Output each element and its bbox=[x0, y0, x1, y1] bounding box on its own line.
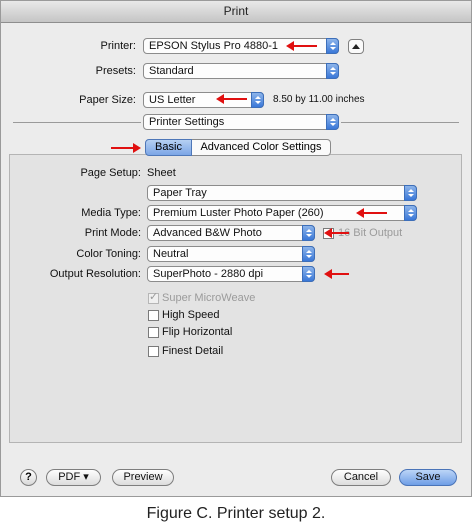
pdf-menu-button[interactable]: PDF ▾ bbox=[46, 469, 101, 486]
presets-select[interactable]: Standard bbox=[143, 63, 339, 79]
popup-stepper-icon bbox=[251, 92, 264, 108]
annotation-arrow-icon bbox=[216, 94, 247, 104]
help-button[interactable]: ? bbox=[20, 469, 37, 486]
popup-stepper-icon bbox=[326, 114, 339, 130]
flip-horizontal-checkbox[interactable] bbox=[148, 327, 159, 338]
presets-value: Standard bbox=[149, 65, 194, 77]
paper-size-label: Paper Size: bbox=[79, 94, 136, 106]
separator bbox=[13, 122, 141, 123]
high-speed-label: High Speed bbox=[162, 309, 220, 321]
tab-advanced-color-settings[interactable]: Advanced Color Settings bbox=[192, 139, 331, 156]
paper-source-value: Paper Tray bbox=[153, 187, 207, 199]
print-mode-label: Print Mode: bbox=[84, 227, 141, 239]
title-bar: Print bbox=[1, 1, 471, 23]
color-toning-select[interactable]: Neutral bbox=[147, 246, 315, 262]
paper-source-select[interactable]: Paper Tray bbox=[147, 185, 417, 201]
settings-section-select[interactable]: Printer Settings bbox=[143, 114, 339, 130]
collapse-triangle-button[interactable] bbox=[348, 39, 364, 54]
paper-size-select[interactable]: US Letter bbox=[143, 92, 264, 108]
separator bbox=[341, 122, 459, 123]
window-title: Print bbox=[223, 4, 249, 18]
popup-stepper-icon bbox=[326, 63, 339, 79]
popup-stepper-icon bbox=[302, 225, 315, 241]
popup-stepper-icon bbox=[404, 185, 417, 201]
annotation-arrow-icon bbox=[286, 41, 317, 51]
figure-caption: Figure C. Printer setup 2. bbox=[146, 505, 326, 522]
page-setup-label: Page Setup: bbox=[80, 167, 141, 179]
output-resolution-label: Output Resolution: bbox=[49, 268, 141, 280]
printer-value: EPSON Stylus Pro 4880-1 bbox=[149, 40, 279, 52]
annotation-arrow-icon bbox=[324, 269, 349, 279]
annotation-arrow-icon bbox=[111, 143, 141, 153]
print-mode-value: Advanced B&W Photo bbox=[153, 227, 262, 239]
color-toning-label: Color Toning: bbox=[76, 248, 141, 260]
popup-stepper-icon bbox=[302, 266, 315, 282]
page-setup-value: Sheet bbox=[147, 167, 176, 179]
super-microweave-label: Super MicroWeave bbox=[162, 292, 256, 304]
super-microweave-checkbox[interactable] bbox=[148, 290, 159, 304]
presets-label: Presets: bbox=[95, 65, 136, 77]
preview-button[interactable]: Preview bbox=[112, 469, 174, 486]
output-resolution-select[interactable]: SuperPhoto - 2880 dpi bbox=[147, 266, 315, 282]
printer-label: Printer: bbox=[100, 40, 136, 52]
annotation-arrow-icon bbox=[324, 228, 349, 238]
finest-detail-checkbox[interactable] bbox=[148, 346, 159, 357]
finest-detail-label: Finest Detail bbox=[162, 345, 224, 357]
popup-stepper-icon bbox=[302, 246, 315, 262]
paper-dimensions: 8.50 by 11.00 inches bbox=[273, 94, 365, 105]
settings-section-value: Printer Settings bbox=[149, 116, 225, 128]
media-type-label: Media Type: bbox=[81, 207, 141, 219]
cancel-button[interactable]: Cancel bbox=[331, 469, 391, 486]
output-resolution-value: SuperPhoto - 2880 dpi bbox=[153, 268, 264, 280]
annotation-arrow-icon bbox=[356, 208, 387, 218]
high-speed-checkbox[interactable] bbox=[148, 310, 159, 321]
popup-stepper-icon bbox=[404, 205, 417, 221]
save-button[interactable]: Save bbox=[399, 469, 457, 486]
media-type-value: Premium Luster Photo Paper (260) bbox=[153, 207, 324, 219]
flip-horizontal-label: Flip Horizontal bbox=[162, 326, 233, 338]
popup-stepper-icon bbox=[326, 38, 339, 54]
paper-size-value: US Letter bbox=[149, 94, 196, 106]
print-dialog: Print Printer: EPSON Stylus Pro 4880-1 P… bbox=[0, 0, 472, 497]
print-mode-select[interactable]: Advanced B&W Photo bbox=[147, 225, 315, 241]
tab-basic[interactable]: Basic bbox=[145, 139, 192, 156]
color-toning-value: Neutral bbox=[153, 248, 189, 260]
